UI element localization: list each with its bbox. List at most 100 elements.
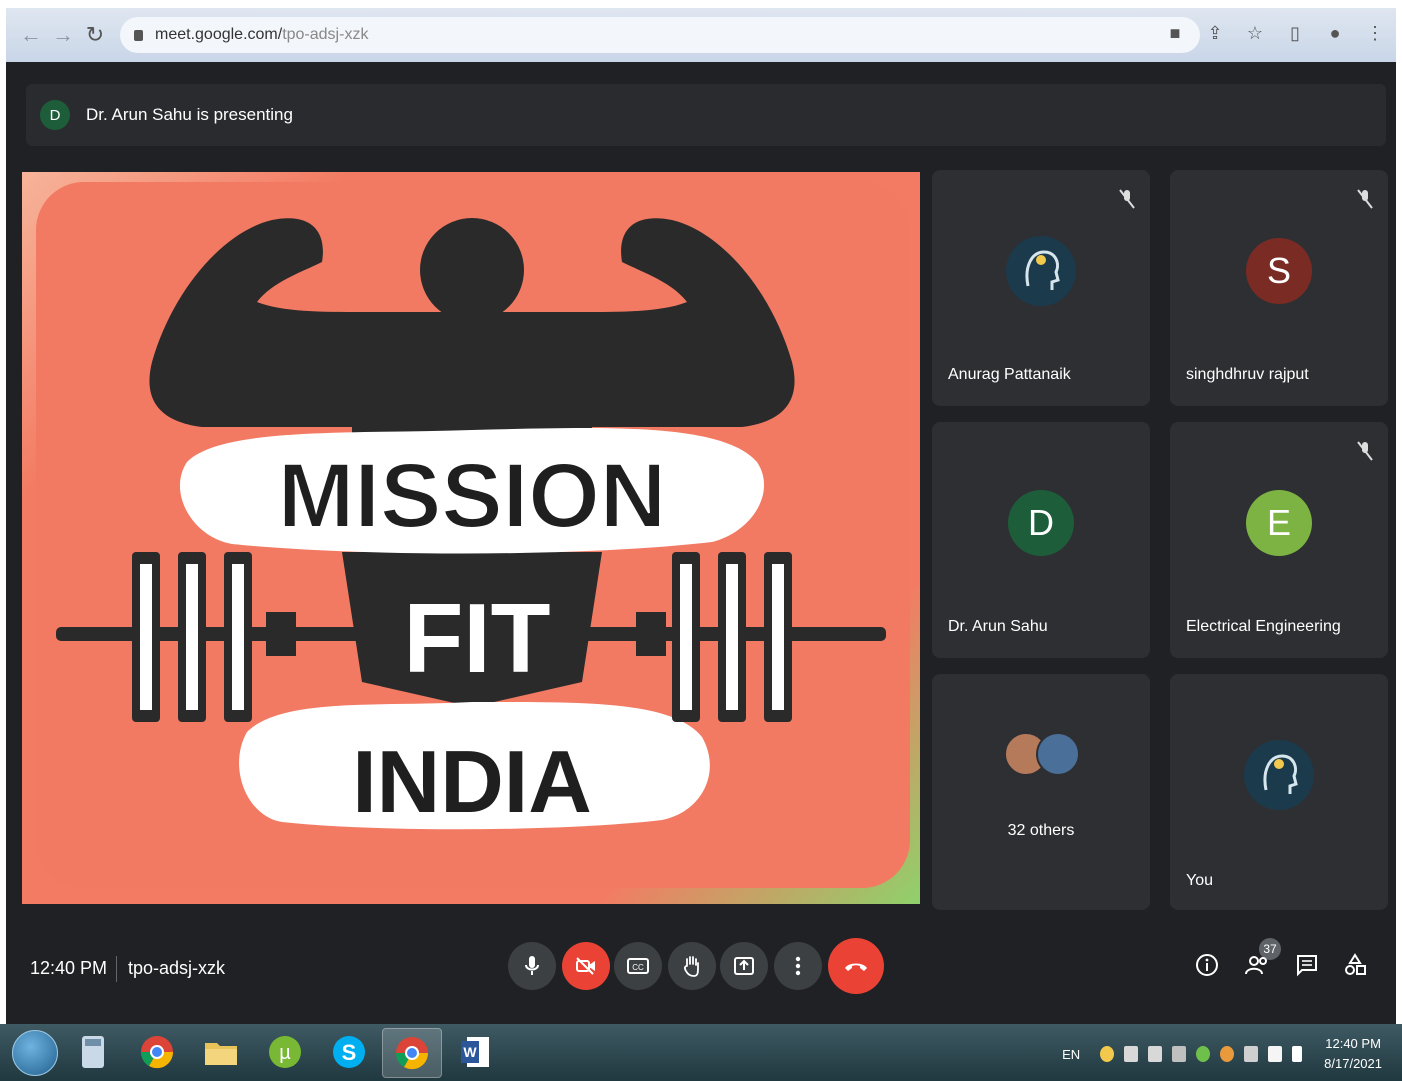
signal-icon[interactable] bbox=[1172, 1046, 1187, 1062]
profile-icon[interactable]: ● bbox=[1324, 22, 1346, 44]
present-screen-icon bbox=[734, 957, 754, 975]
people-button[interactable] bbox=[1242, 950, 1272, 980]
microphone-icon bbox=[525, 956, 539, 975]
participant-tile-arun[interactable]: D Dr. Arun Sahu bbox=[932, 422, 1150, 658]
battery-icon[interactable] bbox=[1124, 1046, 1139, 1062]
meeting-details-button[interactable] bbox=[1192, 950, 1222, 980]
camera-off-icon bbox=[576, 957, 595, 975]
forward-icon[interactable]: → bbox=[48, 20, 78, 50]
camera-icon[interactable]: ■ bbox=[1164, 22, 1186, 44]
leave-call-button[interactable] bbox=[828, 938, 884, 994]
notification-icon[interactable] bbox=[1100, 1046, 1115, 1062]
slide-line-1: MISSION bbox=[278, 445, 666, 547]
activities-icon bbox=[1345, 953, 1366, 975]
svg-text:W: W bbox=[463, 1044, 477, 1060]
chrome-app-icon[interactable] bbox=[128, 1028, 186, 1076]
windows-start-icon[interactable] bbox=[12, 1030, 58, 1076]
captions-button[interactable]: CC bbox=[614, 942, 662, 990]
avatar: D bbox=[1008, 490, 1074, 556]
participant-tile-singhdhruv[interactable]: S singhdhruv rajput bbox=[1170, 170, 1388, 406]
network-icon[interactable] bbox=[1196, 1046, 1211, 1062]
meeting-controls: 12:40 PM tpo-adsj-xzk CC 37 bbox=[6, 932, 1396, 1022]
participant-tile-others[interactable]: 32 others bbox=[932, 674, 1150, 910]
avatar bbox=[1244, 740, 1314, 810]
avatar: S bbox=[1246, 238, 1312, 304]
svg-text:µ: µ bbox=[279, 1042, 291, 1064]
participant-tile-anurag[interactable]: Anurag Pattanaik bbox=[932, 170, 1150, 406]
microphone-button[interactable] bbox=[508, 942, 556, 990]
taskbar-clock[interactable]: 12:40 PM 8/17/2021 bbox=[1324, 1034, 1382, 1074]
menu-icon[interactable]: ⋮ bbox=[1364, 22, 1386, 44]
captions-icon: CC bbox=[627, 958, 649, 974]
participant-tile-electrical[interactable]: E Electrical Engineering bbox=[1170, 422, 1388, 658]
more-options-button[interactable] bbox=[774, 942, 822, 990]
slide-line-2: FIT bbox=[404, 583, 551, 693]
word-app-icon[interactable]: W bbox=[446, 1028, 504, 1076]
divider bbox=[116, 956, 117, 982]
meeting-time: 12:40 PM bbox=[30, 958, 108, 978]
clock-date: 8/17/2021 bbox=[1324, 1056, 1382, 1071]
mic-off-icon bbox=[1357, 441, 1373, 461]
chat-icon bbox=[1297, 955, 1317, 977]
skype-app-icon[interactable]: S bbox=[320, 1028, 378, 1076]
presenting-text: Dr. Arun Sahu is presenting bbox=[86, 105, 293, 124]
windows-taskbar: µ S W EN 12:40 PM 8/17/2021 bbox=[0, 1024, 1402, 1081]
participant-name: You bbox=[1186, 872, 1213, 889]
hand-icon bbox=[684, 956, 699, 977]
reload-icon[interactable]: ↻ bbox=[80, 20, 110, 50]
mission-fit-logo: MISSION FIT INDIA bbox=[56, 218, 886, 831]
flag-icon[interactable] bbox=[1292, 1046, 1303, 1062]
lock-icon bbox=[134, 29, 143, 41]
file-explorer-app-icon[interactable] bbox=[192, 1028, 250, 1076]
hang-up-icon bbox=[845, 963, 867, 971]
participant-grid: Anurag Pattanaik S singhdhruv rajput D D… bbox=[932, 170, 1388, 910]
people-icon bbox=[1245, 956, 1267, 975]
url-host: meet.google.com/ bbox=[155, 26, 283, 43]
chrome-active-app-icon[interactable] bbox=[382, 1028, 442, 1078]
svg-text:S: S bbox=[342, 1040, 357, 1065]
meeting-code: tpo-adsj-xzk bbox=[128, 958, 226, 978]
camera-button[interactable] bbox=[562, 942, 610, 990]
more-vertical-icon bbox=[795, 956, 801, 976]
participant-tile-you[interactable]: You bbox=[1170, 674, 1388, 910]
raise-hand-button[interactable] bbox=[668, 942, 716, 990]
info-icon bbox=[1196, 954, 1218, 976]
think-positive-logo-icon bbox=[1006, 236, 1076, 306]
other-avatar-2 bbox=[1036, 732, 1080, 776]
star-icon[interactable]: ☆ bbox=[1244, 22, 1266, 44]
present-button[interactable] bbox=[720, 942, 768, 990]
mic-off-icon bbox=[1357, 189, 1373, 209]
meet-window: D Dr. Arun Sahu is presenting MISSION FI… bbox=[6, 62, 1396, 1024]
mic-off-icon bbox=[1119, 189, 1135, 209]
back-icon[interactable]: ← bbox=[16, 20, 46, 50]
url-path: tpo-adsj-xzk bbox=[282, 26, 369, 43]
think-positive-logo-icon bbox=[1244, 740, 1314, 810]
side-panel-icon[interactable]: ▯ bbox=[1284, 22, 1306, 44]
address-bar[interactable]: meet.google.com/tpo-adsj-xzk bbox=[120, 17, 1200, 53]
participant-name: Dr. Arun Sahu bbox=[948, 618, 1048, 635]
presentation-stage: MISSION FIT INDIA bbox=[22, 172, 920, 904]
usb-icon[interactable] bbox=[1244, 1046, 1259, 1062]
system-tray: EN 12:40 PM 8/17/2021 bbox=[1062, 1032, 1382, 1076]
utorrent-app-icon[interactable]: µ bbox=[256, 1028, 314, 1076]
svg-text:CC: CC bbox=[632, 963, 644, 972]
chat-button[interactable] bbox=[1292, 950, 1322, 980]
share-icon[interactable]: ⇪ bbox=[1204, 22, 1226, 44]
others-count-text: 32 others bbox=[1007, 822, 1075, 839]
participant-name: Anurag Pattanaik bbox=[948, 366, 1071, 383]
presenter-avatar: D bbox=[40, 100, 70, 130]
browser-toolbar: ← → ↻ meet.google.com/tpo-adsj-xzk ■ ⇪ ☆… bbox=[6, 8, 1396, 62]
volume-icon[interactable] bbox=[1148, 1046, 1163, 1062]
avatar bbox=[1006, 236, 1076, 306]
participant-name: singhdhruv rajput bbox=[1186, 366, 1309, 383]
calculator-app-icon[interactable] bbox=[64, 1028, 122, 1076]
participant-name: Electrical Engineering bbox=[1186, 618, 1341, 635]
language-indicator[interactable]: EN bbox=[1062, 1047, 1080, 1062]
avatar: E bbox=[1246, 490, 1312, 556]
app-tray-icon[interactable] bbox=[1220, 1046, 1235, 1062]
document-tray-icon[interactable] bbox=[1268, 1046, 1283, 1062]
presenting-banner: D Dr. Arun Sahu is presenting bbox=[26, 84, 1386, 146]
clock-time: 12:40 PM bbox=[1325, 1036, 1381, 1051]
activities-button[interactable] bbox=[1340, 950, 1370, 980]
slide-line-3: INDIA bbox=[352, 732, 592, 831]
